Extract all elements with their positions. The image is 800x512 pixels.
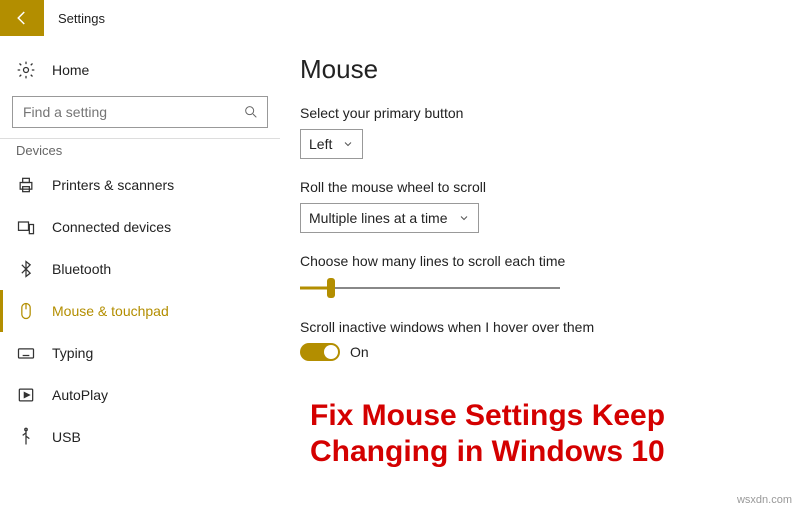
page-title: Mouse xyxy=(300,54,780,85)
select-value: Left xyxy=(309,136,332,152)
chevron-down-icon xyxy=(458,212,470,224)
nav-home[interactable]: Home xyxy=(0,50,280,90)
autoplay-icon xyxy=(16,385,36,405)
nav-item-label: Printers & scanners xyxy=(52,177,174,193)
slider-thumb[interactable] xyxy=(327,278,335,298)
toggle-knob xyxy=(324,345,338,359)
nav-home-label: Home xyxy=(52,62,89,78)
search-icon xyxy=(243,104,259,120)
window-title: Settings xyxy=(58,11,105,26)
search-input[interactable] xyxy=(12,96,268,128)
primary-button-label: Select your primary button xyxy=(300,105,780,121)
nav-item-label: AutoPlay xyxy=(52,387,108,403)
bluetooth-icon xyxy=(16,259,36,279)
toggle-state: On xyxy=(350,344,369,360)
usb-icon xyxy=(16,427,36,447)
gear-icon xyxy=(16,60,36,80)
nav-item-label: Typing xyxy=(52,345,93,361)
watermark: wsxdn.com xyxy=(737,494,792,506)
sidebar: Home Devices Printers & scanners Connect… xyxy=(0,36,280,512)
inactive-windows-label: Scroll inactive windows when I hover ove… xyxy=(300,319,780,335)
nav-mouse-touchpad[interactable]: Mouse & touchpad xyxy=(0,290,280,332)
nav-item-label: Connected devices xyxy=(52,219,171,235)
nav-bluetooth[interactable]: Bluetooth xyxy=(0,248,280,290)
nav-group-devices: Devices xyxy=(0,139,280,164)
search-field[interactable] xyxy=(21,103,243,121)
nav-printers-scanners[interactable]: Printers & scanners xyxy=(0,164,280,206)
nav-typing[interactable]: Typing xyxy=(0,332,280,374)
nav-item-label: Mouse & touchpad xyxy=(52,303,169,319)
lines-scroll-label: Choose how many lines to scroll each tim… xyxy=(300,253,780,269)
nav-usb[interactable]: USB xyxy=(0,416,280,458)
wheel-scroll-label: Roll the mouse wheel to scroll xyxy=(300,179,780,195)
back-button[interactable] xyxy=(0,0,44,36)
inactive-windows-toggle[interactable] xyxy=(300,343,340,361)
wheel-scroll-select[interactable]: Multiple lines at a time xyxy=(300,203,479,233)
slider-track xyxy=(300,287,560,289)
arrow-left-icon xyxy=(13,9,31,27)
printer-icon xyxy=(16,175,36,195)
device-icon xyxy=(16,217,36,237)
select-value: Multiple lines at a time xyxy=(309,210,448,226)
overlay-caption: Fix Mouse Settings Keep Changing in Wind… xyxy=(310,398,800,470)
nav-item-label: USB xyxy=(52,429,81,445)
mouse-icon xyxy=(16,301,36,321)
nav-item-label: Bluetooth xyxy=(52,261,111,277)
lines-scroll-slider[interactable] xyxy=(300,277,560,299)
keyboard-icon xyxy=(16,343,36,363)
primary-button-select[interactable]: Left xyxy=(300,129,363,159)
nav-autoplay[interactable]: AutoPlay xyxy=(0,374,280,416)
nav-connected-devices[interactable]: Connected devices xyxy=(0,206,280,248)
chevron-down-icon xyxy=(342,138,354,150)
